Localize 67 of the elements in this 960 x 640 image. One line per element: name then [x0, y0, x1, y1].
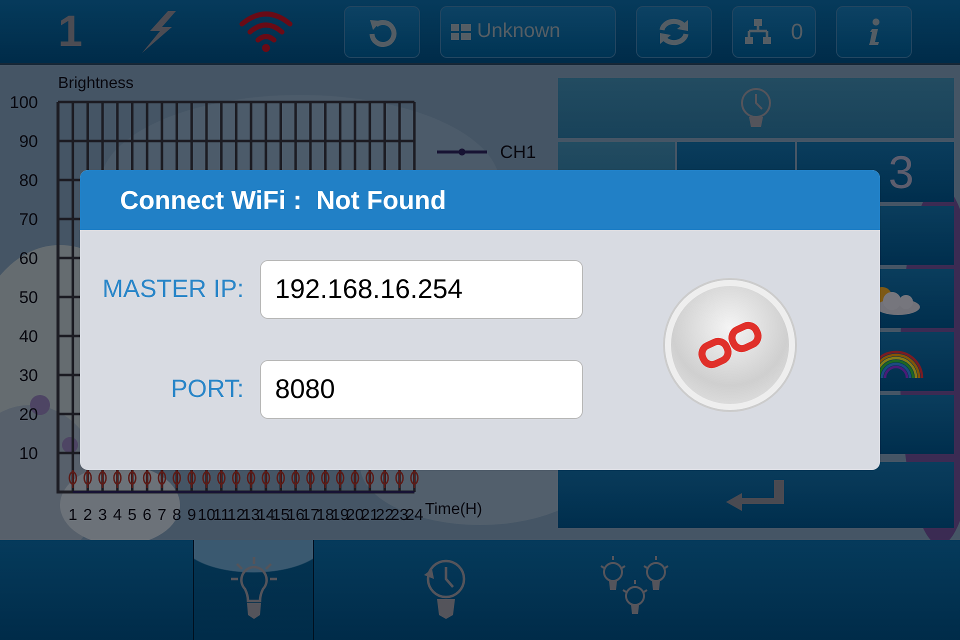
field-label: MASTER IP: [101, 275, 244, 304]
data-point [395, 470, 404, 488]
data-point [187, 470, 196, 488]
sync-button[interactable] [636, 6, 712, 58]
data-point [306, 470, 315, 488]
data-point [83, 470, 92, 488]
axis-tick-label: 70 [19, 210, 38, 229]
axis-tick-label: 20 [19, 405, 38, 424]
axis-tick-label: 11 [213, 507, 230, 524]
return-icon [726, 478, 786, 512]
schedule-button[interactable] [558, 78, 954, 138]
axis-tick-label: 24 [406, 507, 424, 524]
axis-tick-label: 40 [19, 327, 38, 346]
axis-tick-label: 10 [198, 507, 216, 524]
legend-label: CH1 [500, 142, 536, 162]
axis-tick-label: 4 [112, 507, 122, 524]
data-point [142, 470, 152, 488]
data-point [202, 470, 211, 488]
axis-tick-label: 5 [128, 507, 137, 524]
channel-number: 1 [58, 6, 84, 56]
data-point [172, 470, 182, 488]
data-point [380, 470, 389, 488]
axis-tick-label: 100 [10, 93, 38, 112]
data-point [232, 470, 240, 488]
data-point [366, 470, 374, 488]
legend-line-icon [437, 148, 487, 156]
info-button[interactable] [836, 6, 912, 58]
input-field[interactable]: 192.168.16.254 [260, 260, 583, 319]
data-point [291, 470, 300, 488]
tab[interactable] [193, 540, 314, 640]
axis-tick-label: 7 [158, 507, 166, 524]
axis-tick-label: 3 [98, 507, 107, 524]
data-point [410, 470, 419, 488]
data-point [113, 470, 122, 488]
sync-icon [658, 18, 690, 46]
data-point [246, 470, 256, 488]
data-point [217, 470, 226, 488]
dialog-title: Connect WiFi : Not Found [120, 184, 446, 216]
axis-tick-label: 8 [172, 507, 182, 524]
axis-title: Brightness [58, 75, 134, 92]
info-icon [866, 18, 882, 46]
data-point [350, 470, 360, 488]
axis-title: Time(H) [425, 501, 482, 518]
axis-tick-label: 30 [19, 366, 38, 385]
axis-tick-label: 6 [142, 507, 152, 524]
network-icon [744, 18, 771, 44]
axis-tick-label: 50 [19, 288, 38, 307]
axis-tick-label: 80 [19, 171, 38, 190]
axis-tick-label: 1 [68, 507, 78, 524]
input-field[interactable]: 8080 [260, 360, 583, 419]
axis-tick-label: 60 [19, 249, 38, 268]
data-point [321, 470, 330, 488]
data-point [336, 470, 344, 488]
field-label: PORT: [170, 375, 244, 404]
undo-button[interactable] [344, 6, 420, 58]
axis-tick-label: 10 [19, 444, 38, 463]
data-point [158, 470, 166, 488]
data-point [98, 470, 107, 488]
axis-tick-label: 2 [83, 507, 92, 524]
data-point [262, 470, 270, 488]
grid-icon [451, 24, 471, 40]
data-point [68, 470, 78, 488]
axis-tick-label: 90 [19, 132, 38, 151]
axis-tick-label: 9 [187, 507, 196, 524]
data-point [128, 470, 136, 488]
data-point [276, 470, 285, 488]
confirm-button[interactable] [558, 462, 954, 528]
